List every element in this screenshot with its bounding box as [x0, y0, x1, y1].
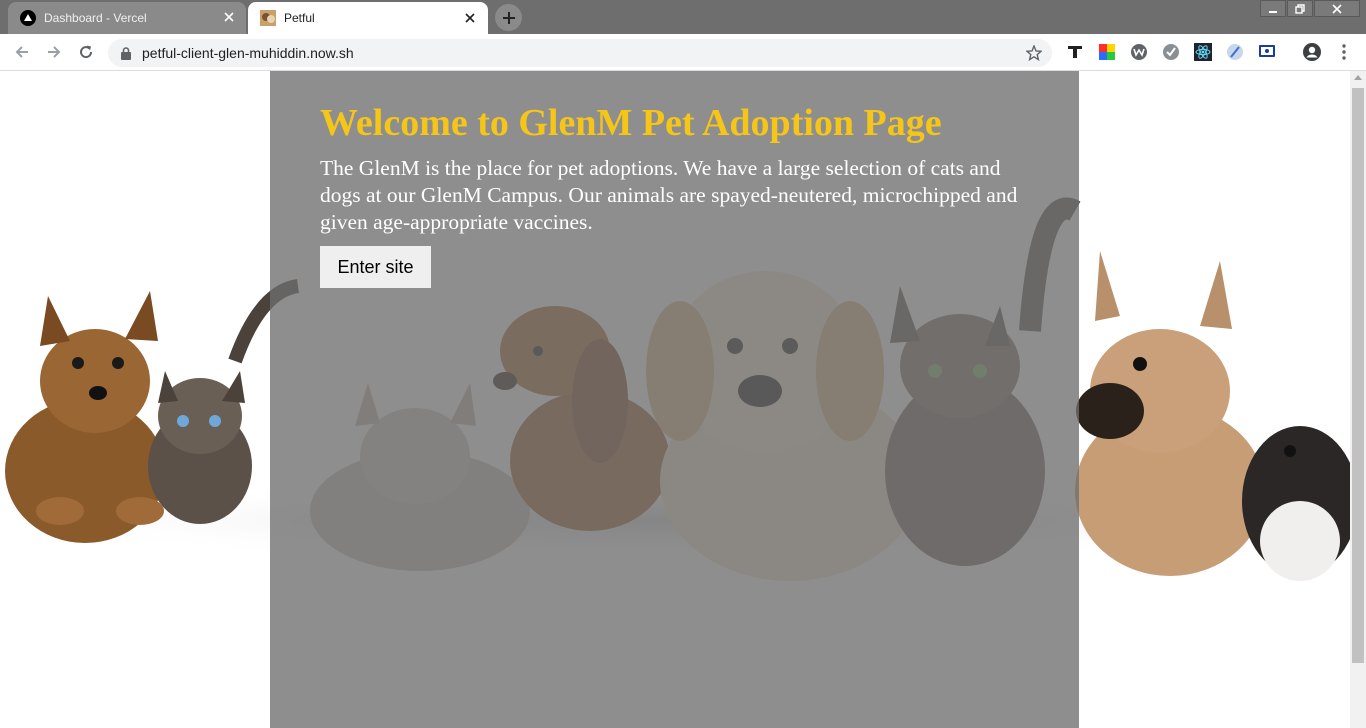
- restore-icon: [1295, 3, 1305, 14]
- text-tool-icon[interactable]: [1065, 42, 1085, 62]
- new-tab-button[interactable]: [495, 4, 522, 31]
- minimize-icon: [1269, 10, 1277, 13]
- enter-site-button[interactable]: Enter site: [320, 246, 431, 288]
- profile-icon[interactable]: [1302, 42, 1322, 62]
- hero-overlay: Welcome to GlenM Pet Adoption Page The G…: [270, 71, 1079, 728]
- close-tab-icon[interactable]: [224, 9, 240, 25]
- arrow-right-icon: [48, 46, 61, 58]
- window-controls: [1259, 0, 1360, 18]
- plus-icon: [502, 11, 515, 24]
- w-extension-icon[interactable]: [1129, 42, 1149, 62]
- intro-paragraph: The GlenM is the place for pet adoptions…: [320, 156, 1018, 234]
- vertical-scrollbar[interactable]: [1350, 71, 1366, 728]
- pet-photo-icon: [260, 10, 276, 26]
- back-button[interactable]: [10, 40, 34, 64]
- page-viewport: Welcome to GlenM Pet Adoption Page The G…: [0, 71, 1350, 728]
- lock-icon: [120, 46, 132, 60]
- scroll-up-icon[interactable]: [1354, 75, 1362, 80]
- menu-icon[interactable]: [1334, 42, 1354, 62]
- close-window-button[interactable]: [1314, 0, 1360, 17]
- screen-extension-icon[interactable]: [1257, 42, 1277, 62]
- tab-strip: Dashboard - Vercel Petful: [0, 0, 1366, 34]
- tab-title: Dashboard - Vercel: [44, 11, 147, 25]
- url-text: petful-client-glen-muhiddin.now.sh: [142, 45, 354, 61]
- close-tab-icon[interactable]: [462, 10, 478, 26]
- bookmark-star-icon[interactable]: [1024, 43, 1044, 63]
- check-extension-icon[interactable]: [1161, 42, 1181, 62]
- reload-button[interactable]: [74, 40, 98, 64]
- browser-toolbar: petful-client-glen-muhiddin.now.sh: [0, 34, 1366, 71]
- reload-icon: [80, 45, 93, 59]
- tab-dashboard-vercel[interactable]: Dashboard - Vercel: [8, 2, 246, 34]
- close-icon: [1332, 3, 1342, 14]
- address-bar[interactable]: petful-client-glen-muhiddin.now.sh: [108, 39, 1052, 67]
- page-title: Welcome to GlenM Pet Adoption Page: [320, 102, 942, 144]
- scrollbar-thumb[interactable]: [1352, 88, 1364, 663]
- feather-extension-icon[interactable]: [1225, 42, 1245, 62]
- vercel-icon: [20, 10, 36, 26]
- forward-button[interactable]: [42, 40, 66, 64]
- tab-title: Petful: [284, 11, 315, 25]
- react-devtools-icon[interactable]: [1193, 42, 1213, 62]
- minimize-button[interactable]: [1260, 0, 1286, 17]
- color-picker-icon[interactable]: [1097, 42, 1117, 62]
- restore-button[interactable]: [1287, 0, 1313, 17]
- tab-petful[interactable]: Petful: [248, 2, 488, 34]
- arrow-left-icon: [15, 46, 28, 58]
